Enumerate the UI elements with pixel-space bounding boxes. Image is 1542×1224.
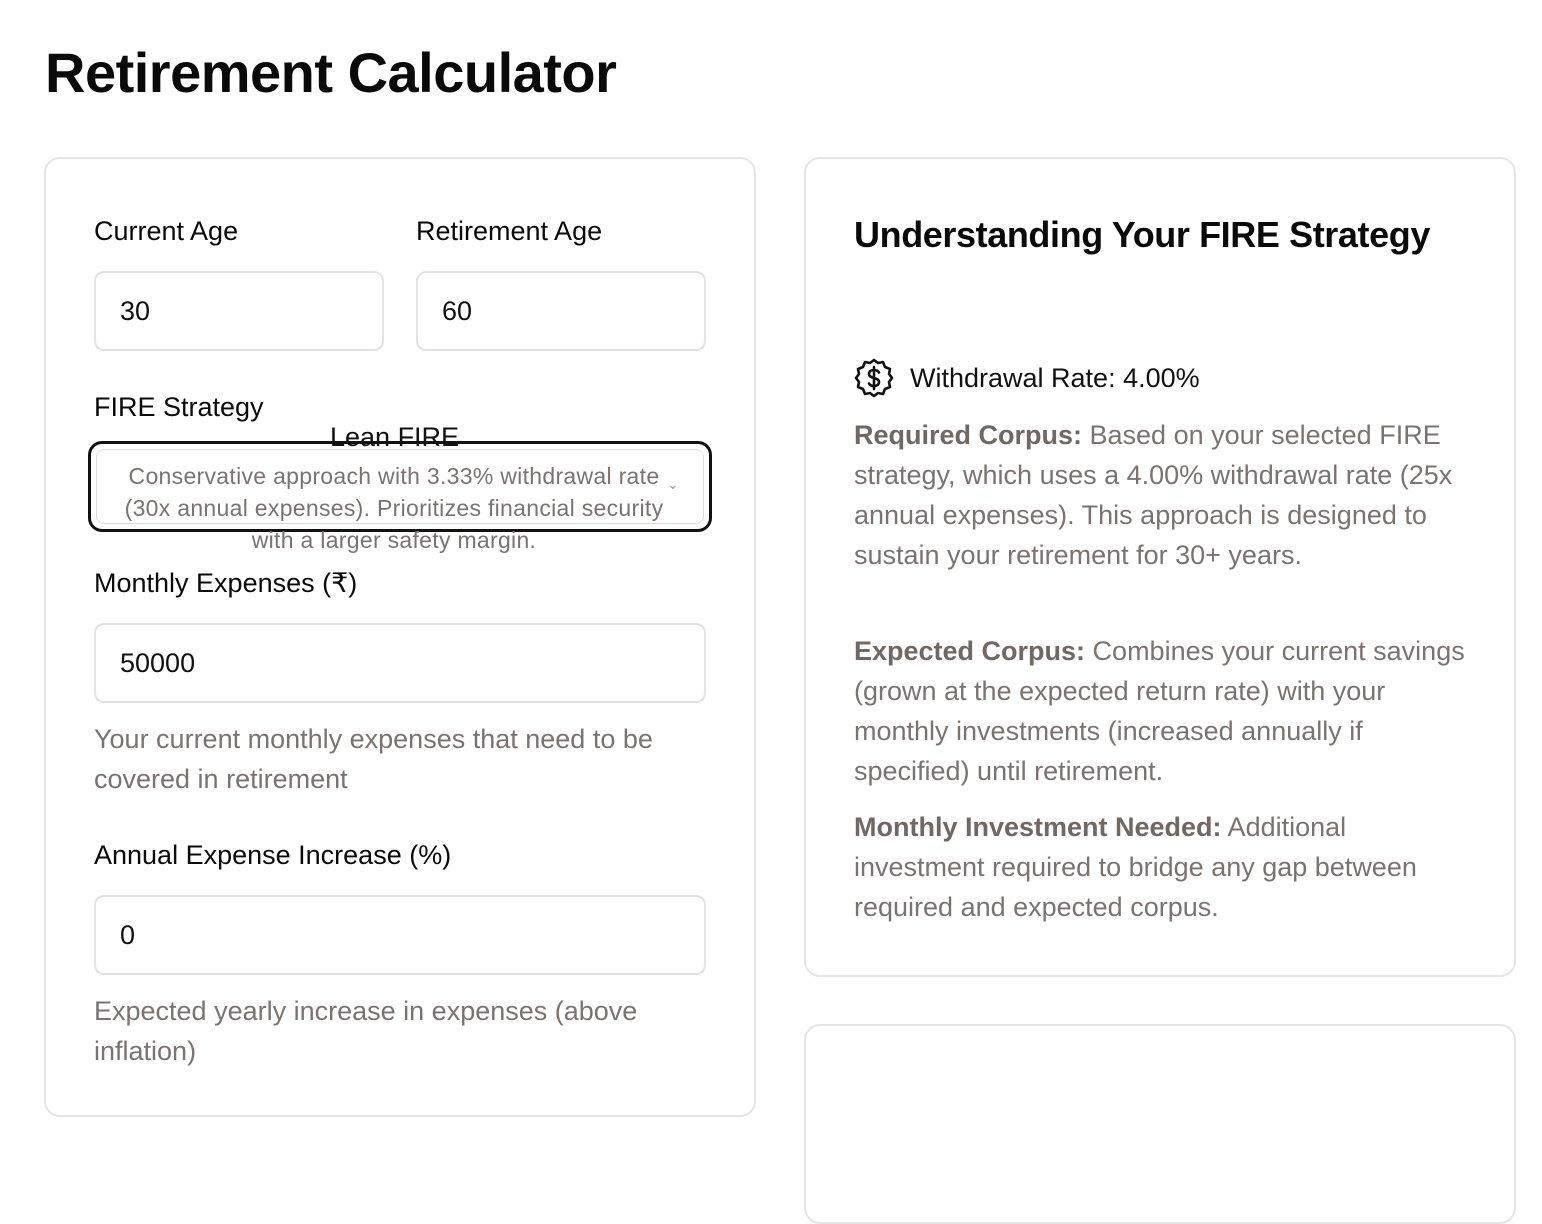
monthly-expenses-value: 50000 xyxy=(120,647,196,678)
required-corpus-paragraph: Required Corpus: Based on your selected … xyxy=(854,415,1474,575)
dollar-badge-icon xyxy=(854,358,894,398)
info-card-title: Understanding Your FIRE Strategy xyxy=(854,214,1430,255)
current-age-value: 30 xyxy=(120,295,151,326)
chevron-down-icon[interactable]: ⌄ xyxy=(667,476,679,493)
expected-corpus-paragraph: Expected Corpus: Combines your current s… xyxy=(854,631,1474,791)
annual-expense-increase-value: 0 xyxy=(120,919,136,950)
withdrawal-rate-text: Withdrawal Rate: 4.00% xyxy=(910,362,1200,393)
monthly-expenses-helper: Your current monthly expenses that need … xyxy=(94,724,653,794)
withdrawal-rate-row: Withdrawal Rate: 4.00% xyxy=(854,358,1200,398)
retirement-age-value: 60 xyxy=(442,295,473,326)
monthly-investment-paragraph: Monthly Investment Needed: Additional in… xyxy=(854,807,1474,927)
annual-expense-increase-label: Annual Expense Increase (%) xyxy=(94,840,452,870)
page-title: Retirement Calculator xyxy=(45,41,617,104)
annual-expense-increase-helper: Expected yearly increase in expenses (ab… xyxy=(94,996,638,1066)
current-age-input[interactable]: 30 xyxy=(94,271,384,351)
monthly-expenses-label: Monthly Expenses (₹) xyxy=(94,568,358,598)
annual-expense-increase-input[interactable]: 0 xyxy=(94,895,706,975)
retirement-age-input[interactable]: 60 xyxy=(416,271,706,351)
required-corpus-heading: Required Corpus: xyxy=(854,420,1083,450)
current-age-label: Current Age xyxy=(94,216,239,246)
monthly-investment-heading: Monthly Investment Needed: xyxy=(854,812,1222,842)
expected-corpus-heading: Expected Corpus: xyxy=(854,636,1086,666)
fire-strategy-label: FIRE Strategy xyxy=(94,392,264,422)
retirement-age-label: Retirement Age xyxy=(416,216,603,246)
fire-strategy-selected-description: Conservative approach with 3.33% withdra… xyxy=(124,463,664,553)
monthly-expenses-input[interactable]: 50000 xyxy=(94,623,706,703)
fire-strategy-selected-name: Lean FIRE xyxy=(330,422,460,452)
secondary-card xyxy=(804,1024,1516,1224)
